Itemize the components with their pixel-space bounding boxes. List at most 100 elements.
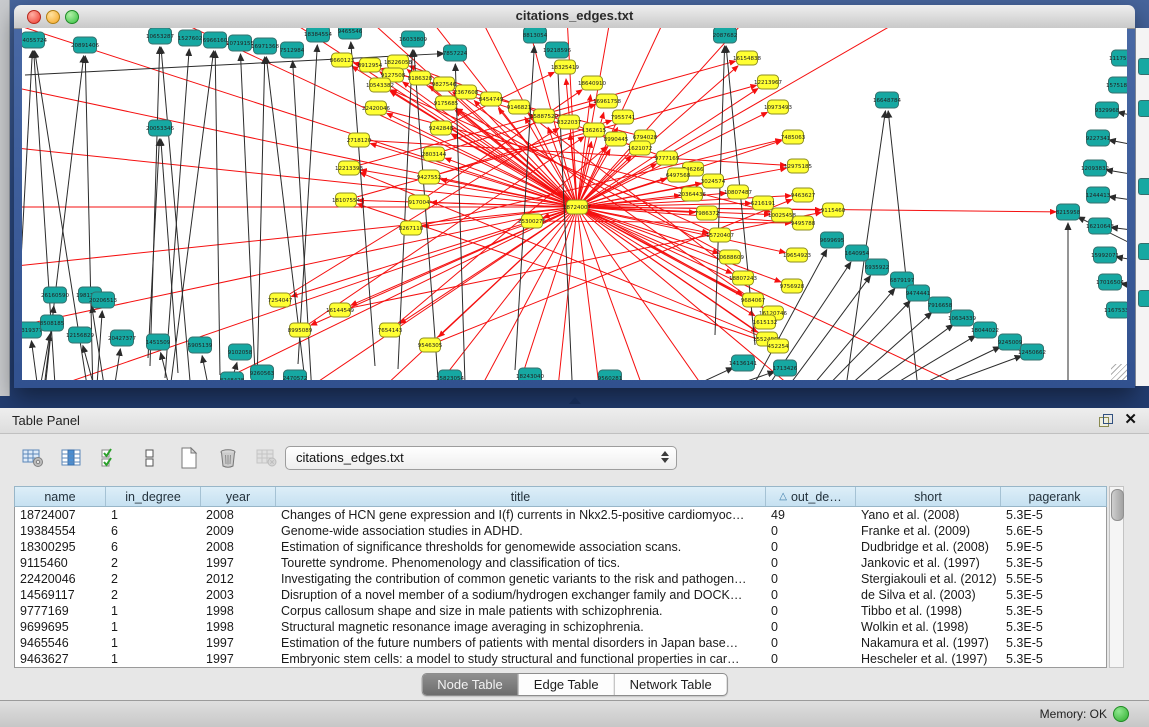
tab-edge-table[interactable]: Edge Table <box>518 674 614 695</box>
table-cell[interactable]: 5.3E-5 <box>1001 587 1108 603</box>
yellow-node-10688609[interactable]: 10688609 <box>716 250 744 264</box>
yellow-node-452254[interactable]: 452254 <box>768 339 789 353</box>
yellow-node-15887520[interactable]: 15887520 <box>530 109 558 123</box>
teal-node-16033809[interactable]: 16033809 <box>399 31 427 47</box>
yellow-node-8186328[interactable]: 8186328 <box>408 71 433 85</box>
table-cell[interactable]: 2 <box>106 555 201 571</box>
yellow-node-7254047[interactable]: 7254047 <box>268 293 293 307</box>
table-cell[interactable]: 5.3E-5 <box>1001 507 1108 523</box>
yellow-node-16154838[interactable]: 16154838 <box>733 51 761 65</box>
teal-node-12450662[interactable]: 12450662 <box>1018 344 1046 360</box>
table-cell[interactable]: Wolkin et al. (1998) <box>856 619 1001 635</box>
table-cell[interactable]: 0 <box>766 635 856 651</box>
yellow-node-7485063[interactable]: 7485063 <box>781 130 806 144</box>
window-resize-grip[interactable] <box>1111 364 1127 380</box>
row-height-icon[interactable] <box>137 445 163 471</box>
yellow-node-1615132[interactable]: 1615132 <box>753 315 778 329</box>
table-cell[interactable]: 5.3E-5 <box>1001 651 1108 667</box>
table-cell[interactable]: 2003 <box>201 587 276 603</box>
table-cell[interactable]: Estimation of the future numbers of pati… <box>276 635 766 651</box>
yellow-node-2718120[interactable]: 2718120 <box>347 133 372 147</box>
table-cell[interactable]: Tourette syndrome. Phenomenology and cla… <box>276 555 766 571</box>
yellow-node-9546305[interactable]: 9546305 <box>418 338 443 352</box>
yellow-node-8454749[interactable]: 8454749 <box>479 92 504 106</box>
table-cell[interactable]: Yano et al. (2008) <box>856 507 1001 523</box>
table-cell[interactable]: 18300295 <box>15 539 106 555</box>
teal-node-7512984[interactable]: 7512984 <box>280 42 305 58</box>
teal-node-5905139[interactable]: 5905139 <box>188 337 213 353</box>
yellow-node-9175685[interactable]: 9175685 <box>434 96 459 110</box>
yellow-node-8322037[interactable]: 8322037 <box>557 115 582 129</box>
table-row[interactable]: 911546021997Tourette syndrome. Phenomeno… <box>15 555 1106 571</box>
table-cell[interactable]: 6 <box>106 523 201 539</box>
teal-node-15823054[interactable]: 15823054 <box>436 370 464 380</box>
table-cell[interactable]: 0 <box>766 523 856 539</box>
teal-node-9245009[interactable]: 9245009 <box>998 334 1023 350</box>
teal-node-20206513[interactable]: 20206513 <box>89 292 117 308</box>
table-row[interactable]: 977716911998Corpus callosum shape and si… <box>15 603 1106 619</box>
table-cell[interactable]: 0 <box>766 651 856 667</box>
teal-node-12093832[interactable]: 12093832 <box>1081 160 1109 176</box>
table-row[interactable]: 969969511998Structural magnetic resonanc… <box>15 619 1106 635</box>
table-row[interactable]: 1830029562008Estimation of significance … <box>15 539 1106 555</box>
minimize-window-icon[interactable] <box>46 10 60 24</box>
table-cell[interactable]: 9115460 <box>15 555 106 571</box>
teal-node-2087682[interactable]: 2087682 <box>713 28 738 43</box>
memory-status-indicator[interactable] <box>1113 706 1129 722</box>
teal-node-9560281[interactable]: 9560281 <box>598 370 623 380</box>
teal-node-17016504[interactable]: 17016504 <box>1096 274 1124 290</box>
table-cell[interactable]: 0 <box>766 539 856 555</box>
table-cell[interactable]: 2009 <box>201 523 276 539</box>
table-cell[interactable]: Dudbridge et al. (2008) <box>856 539 1001 555</box>
table-cell[interactable]: Nakamura et al. (1997) <box>856 635 1001 651</box>
table-cell[interactable]: 0 <box>766 571 856 587</box>
teal-node-9260563[interactable]: 9260563 <box>250 365 275 380</box>
yellow-node-12213967[interactable]: 12213967 <box>754 75 782 89</box>
table-cell[interactable]: 1 <box>106 507 201 523</box>
yellow-node-9777169[interactable]: 9777169 <box>655 151 680 165</box>
yellow-node-16961758[interactable]: 16961758 <box>593 94 621 108</box>
table-cell[interactable]: 1998 <box>201 603 276 619</box>
column-header[interactable]: name <box>15 487 106 506</box>
table-cell[interactable]: Genome-wide association studies in ADHD. <box>276 523 766 539</box>
table-cell[interactable]: 2 <box>106 571 201 587</box>
yellow-node-9463627[interactable]: 9463627 <box>791 188 816 202</box>
table-cell[interactable]: 5.3E-5 <box>1001 555 1108 571</box>
teal-node-8248428[interactable]: 8248428 <box>220 372 245 380</box>
yellow-node-8912954[interactable]: 8912954 <box>358 58 383 72</box>
yellow-node-9242848[interactable]: 9242848 <box>429 121 454 135</box>
teal-node-9102058[interactable]: 9102058 <box>228 344 253 360</box>
teal-node-1640954[interactable]: 1640954 <box>845 245 870 261</box>
yellow-node-12975185[interactable]: 12975185 <box>784 159 812 173</box>
close-window-icon[interactable] <box>27 10 41 24</box>
table-cell[interactable]: Changes of HCN gene expression and I(f) … <box>276 507 766 523</box>
yellow-node-2803144[interactable]: 2803144 <box>422 147 447 161</box>
yellow-node-18107554[interactable]: 18107554 <box>332 193 360 207</box>
yellow-node-18724007[interactable]: 18724007 <box>563 200 591 214</box>
yellow-node-6497568[interactable]: 6497568 <box>666 168 691 182</box>
table-cell[interactable]: 14569117 <box>15 587 106 603</box>
yellow-node-20364436[interactable]: 20364436 <box>678 187 706 201</box>
teal-node-1713426[interactable]: 1713426 <box>773 360 798 376</box>
teal-node-16971368[interactable]: 16971368 <box>251 38 279 54</box>
column-header[interactable]: pagerank <box>1001 487 1108 506</box>
teal-node-18384554[interactable]: 18384554 <box>304 28 332 42</box>
table-cell[interactable]: Jankovic et al. (1997) <box>856 555 1001 571</box>
yellow-node-2367608[interactable]: 2367608 <box>454 85 479 99</box>
teal-node-9699695[interactable]: 9699695 <box>820 232 845 248</box>
table-cell[interactable]: Corpus callosum shape and size in male p… <box>276 603 766 619</box>
yellow-node-19654923[interactable]: 19654923 <box>783 248 811 262</box>
teal-node-14136141[interactable]: 14136141 <box>729 355 757 371</box>
column-header[interactable]: title <box>276 487 766 506</box>
table-cell[interactable]: 6 <box>106 539 201 555</box>
table-cell[interactable]: 2012 <box>201 571 276 587</box>
yellow-node-18325419[interactable]: 18325419 <box>551 60 579 74</box>
teal-node-20053346[interactable]: 20053346 <box>146 120 174 136</box>
teal-node-10653287[interactable]: 10653287 <box>146 28 174 44</box>
create-column-icon[interactable] <box>176 445 202 471</box>
yellow-node-9684067[interactable]: 9684067 <box>741 293 766 307</box>
yellow-node-1621072[interactable]: 1621072 <box>628 141 653 155</box>
yellow-node-9495788[interactable]: 9495788 <box>791 216 816 230</box>
table-cell[interactable]: 19384554 <box>15 523 106 539</box>
yellow-node-8995089[interactable]: 8995089 <box>288 323 313 337</box>
